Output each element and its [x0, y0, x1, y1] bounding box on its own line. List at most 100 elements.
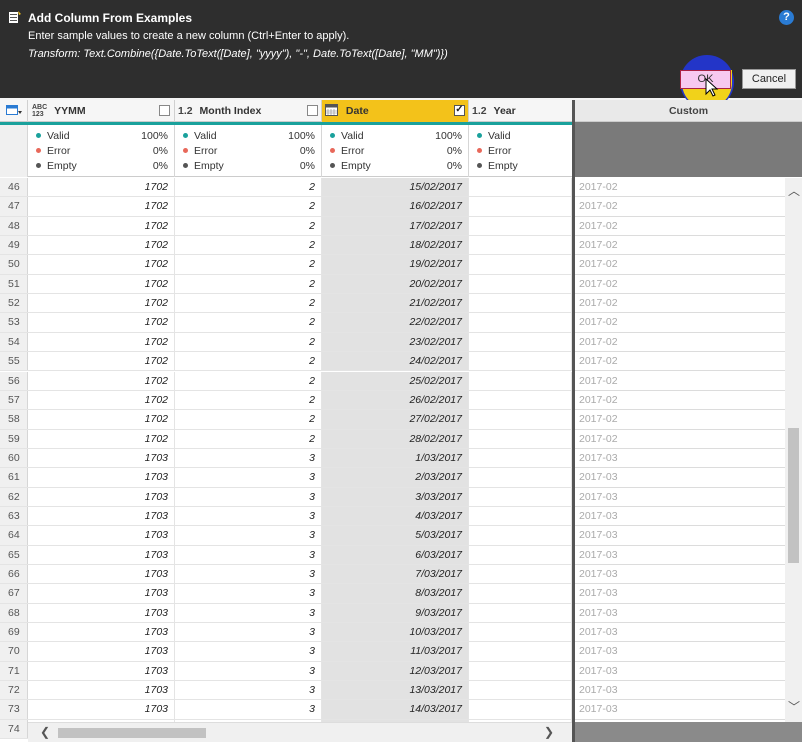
cell-date[interactable]: 4/03/2017	[322, 506, 469, 526]
cell-date[interactable]: 9/03/2017	[322, 603, 469, 623]
column-header-month-index[interactable]: 1.2 Month Index	[175, 100, 322, 122]
row-number[interactable]: 51	[0, 274, 28, 294]
column-checkbox[interactable]	[159, 105, 170, 116]
cell-yymm[interactable]: 1702	[28, 332, 175, 352]
table-row[interactable]: 47 1702 2 16/02/2017	[0, 197, 572, 217]
column-checkbox-checked[interactable]: ✓	[454, 105, 465, 116]
cell-yymm[interactable]: 1703	[28, 642, 175, 661]
cell-year[interactable]	[469, 178, 572, 197]
cell-year[interactable]	[469, 255, 572, 274]
cell-year[interactable]	[469, 700, 572, 719]
row-number[interactable]: 70	[0, 642, 28, 661]
row-number[interactable]: 57	[0, 390, 28, 410]
cell-date[interactable]: 7/03/2017	[322, 565, 469, 584]
cell-year[interactable]	[469, 545, 572, 564]
cell-year[interactable]	[469, 681, 572, 700]
cell-yymm[interactable]: 1702	[28, 410, 175, 429]
cell-year[interactable]	[469, 642, 572, 661]
cell-date[interactable]: 5/03/2017	[322, 526, 469, 545]
custom-cell[interactable]: 2017-03	[575, 604, 785, 624]
cell-date[interactable]: 3/03/2017	[322, 487, 469, 506]
custom-cell[interactable]: 2017-03	[575, 565, 785, 585]
cell-yymm[interactable]: 1702	[28, 429, 175, 448]
vertical-scrollbar[interactable]: ︿ ﹀	[785, 178, 802, 722]
row-number[interactable]: 72	[0, 681, 28, 700]
column-header-yymm[interactable]: ABC 123 YYMM	[28, 100, 175, 122]
cell-month-index[interactable]: 3	[175, 448, 322, 468]
cell-date[interactable]: 21/02/2017	[322, 294, 469, 313]
cell-date[interactable]: 25/02/2017	[322, 371, 469, 390]
custom-cell[interactable]: 2017-02	[575, 294, 785, 314]
cell-month-index[interactable]: 3	[175, 468, 322, 487]
custom-cell[interactable]: 2017-03	[575, 642, 785, 662]
cell-year[interactable]	[469, 603, 572, 623]
cell-month-index[interactable]: 3	[175, 603, 322, 623]
cell-month-index[interactable]: 2	[175, 178, 322, 197]
table-row[interactable]: 46 1702 2 15/02/2017	[0, 178, 572, 198]
table-row[interactable]: 52 1702 2 21/02/2017	[0, 294, 572, 314]
cell-yymm[interactable]: 1702	[28, 178, 175, 197]
cell-yymm[interactable]: 1703	[28, 603, 175, 623]
scroll-up-icon[interactable]: ︿	[788, 182, 800, 199]
table-row[interactable]: 49 1702 2 18/02/2017	[0, 236, 572, 256]
cancel-button[interactable]: Cancel	[742, 69, 796, 89]
table-row[interactable]: 50 1702 2 19/02/2017	[0, 255, 572, 275]
cell-date[interactable]: 27/02/2017	[322, 410, 469, 429]
cell-yymm[interactable]: 1702	[28, 352, 175, 371]
scroll-thumb[interactable]	[788, 428, 799, 563]
row-number[interactable]: 48	[0, 216, 28, 236]
row-number[interactable]: 61	[0, 468, 28, 487]
custom-cell[interactable]: 2017-02	[575, 313, 785, 333]
cell-yymm[interactable]: 1702	[28, 371, 175, 390]
cell-yymm[interactable]: 1703	[28, 700, 175, 719]
cell-yymm[interactable]: 1702	[28, 236, 175, 255]
column-checkbox[interactable]	[307, 105, 318, 116]
cell-date[interactable]: 11/03/2017	[322, 642, 469, 661]
table-row[interactable]: 70 1703 3 11/03/2017	[0, 642, 572, 662]
column-header-date[interactable]: Date ✓	[322, 100, 469, 122]
table-row[interactable]: 61 1703 3 2/03/2017	[0, 468, 572, 488]
custom-cell[interactable]: 2017-03	[575, 623, 785, 643]
row-number[interactable]: 74	[0, 719, 28, 739]
table-row[interactable]: 54 1702 2 23/02/2017	[0, 332, 572, 353]
custom-cell[interactable]: 2017-02	[575, 275, 785, 295]
cell-month-index[interactable]: 3	[175, 623, 322, 642]
cell-year[interactable]	[469, 429, 572, 448]
custom-cell[interactable]: 2017-03	[575, 681, 785, 701]
cell-date[interactable]: 23/02/2017	[322, 332, 469, 352]
scroll-right-icon[interactable]: ❯	[544, 725, 554, 739]
table-row[interactable]: 67 1703 3 8/03/2017	[0, 584, 572, 604]
row-number[interactable]: 62	[0, 487, 28, 506]
row-number[interactable]: 66	[0, 565, 28, 584]
row-number[interactable]: 56	[0, 371, 28, 390]
row-number[interactable]: 53	[0, 313, 28, 332]
table-row[interactable]: 66 1703 3 7/03/2017	[0, 565, 572, 585]
cell-yymm[interactable]: 1703	[28, 565, 175, 584]
table-row[interactable]: 51 1702 2 20/02/2017	[0, 274, 572, 295]
row-number[interactable]: 64	[0, 526, 28, 545]
cell-month-index[interactable]: 2	[175, 294, 322, 313]
custom-cell[interactable]: 2017-02	[575, 430, 785, 449]
horizontal-scrollbar[interactable]: ❮ ❯	[28, 722, 572, 742]
decimal-type-icon[interactable]: 1.2	[472, 105, 487, 117]
custom-column-header[interactable]: Custom	[575, 100, 802, 122]
custom-cell[interactable]: 2017-02	[575, 333, 785, 353]
cell-month-index[interactable]: 2	[175, 332, 322, 352]
table-row[interactable]: 71 1703 3 12/03/2017	[0, 661, 572, 682]
cell-month-index[interactable]: 2	[175, 197, 322, 216]
calendar-icon[interactable]	[325, 104, 338, 116]
cell-month-index[interactable]: 2	[175, 216, 322, 236]
cell-date[interactable]: 1/03/2017	[322, 448, 469, 468]
cell-date[interactable]: 14/03/2017	[322, 700, 469, 719]
cell-yymm[interactable]: 1703	[28, 661, 175, 681]
custom-cell[interactable]: 2017-02	[575, 236, 785, 256]
custom-cell[interactable]: 2017-03	[575, 584, 785, 604]
cell-date[interactable]: 24/02/2017	[322, 352, 469, 371]
cell-date[interactable]: 17/02/2017	[322, 216, 469, 236]
custom-cell[interactable]: 2017-02	[575, 391, 785, 411]
cell-yymm[interactable]: 1702	[28, 294, 175, 313]
cell-yymm[interactable]: 1703	[28, 468, 175, 487]
cell-month-index[interactable]: 3	[175, 681, 322, 700]
table-row[interactable]: 73 1703 3 14/03/2017	[0, 700, 572, 720]
row-number[interactable]: 50	[0, 255, 28, 274]
